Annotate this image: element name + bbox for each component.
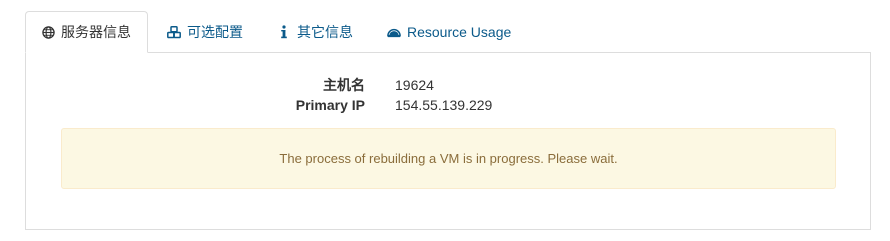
tab-resource-usage[interactable]: Resource Usage [369, 12, 527, 52]
primary-ip-value: 154.55.139.229 [395, 97, 493, 113]
hostname-label: 主机名 [323, 77, 365, 93]
tab-server-info[interactable]: 服务器信息 [25, 11, 148, 53]
tab-label: 可选配置 [187, 24, 243, 40]
alert-message: The process of rebuilding a VM is in pro… [279, 151, 618, 166]
hostname-row: 主机名 19624 [26, 75, 870, 95]
primary-ip-row: Primary IP 154.55.139.229 [26, 95, 870, 115]
tab-bar: 服务器信息 可选配置 其它信息 Resource Usage [25, 11, 527, 53]
globe-icon [42, 25, 55, 39]
tab-content-panel: 主机名 19624 Primary IP 154.55.139.229 The … [25, 52, 871, 230]
primary-ip-label: Primary IP [295, 97, 365, 113]
tab-optional-config[interactable]: 可选配置 [148, 12, 259, 52]
tab-label: 服务器信息 [61, 24, 131, 40]
cubes-icon [167, 25, 181, 39]
tab-other-info[interactable]: 其它信息 [259, 12, 369, 52]
info-icon [277, 25, 291, 39]
dashboard-icon [387, 25, 401, 39]
tab-label: Resource Usage [407, 24, 512, 40]
rebuild-progress-alert: The process of rebuilding a VM is in pro… [61, 128, 836, 189]
server-info-list: 主机名 19624 Primary IP 154.55.139.229 [26, 75, 870, 115]
hostname-value: 19624 [395, 77, 434, 93]
page: 服务器信息 可选配置 其它信息 Resource Usage 主机名 19624… [0, 0, 890, 241]
tab-label: 其它信息 [297, 24, 353, 40]
